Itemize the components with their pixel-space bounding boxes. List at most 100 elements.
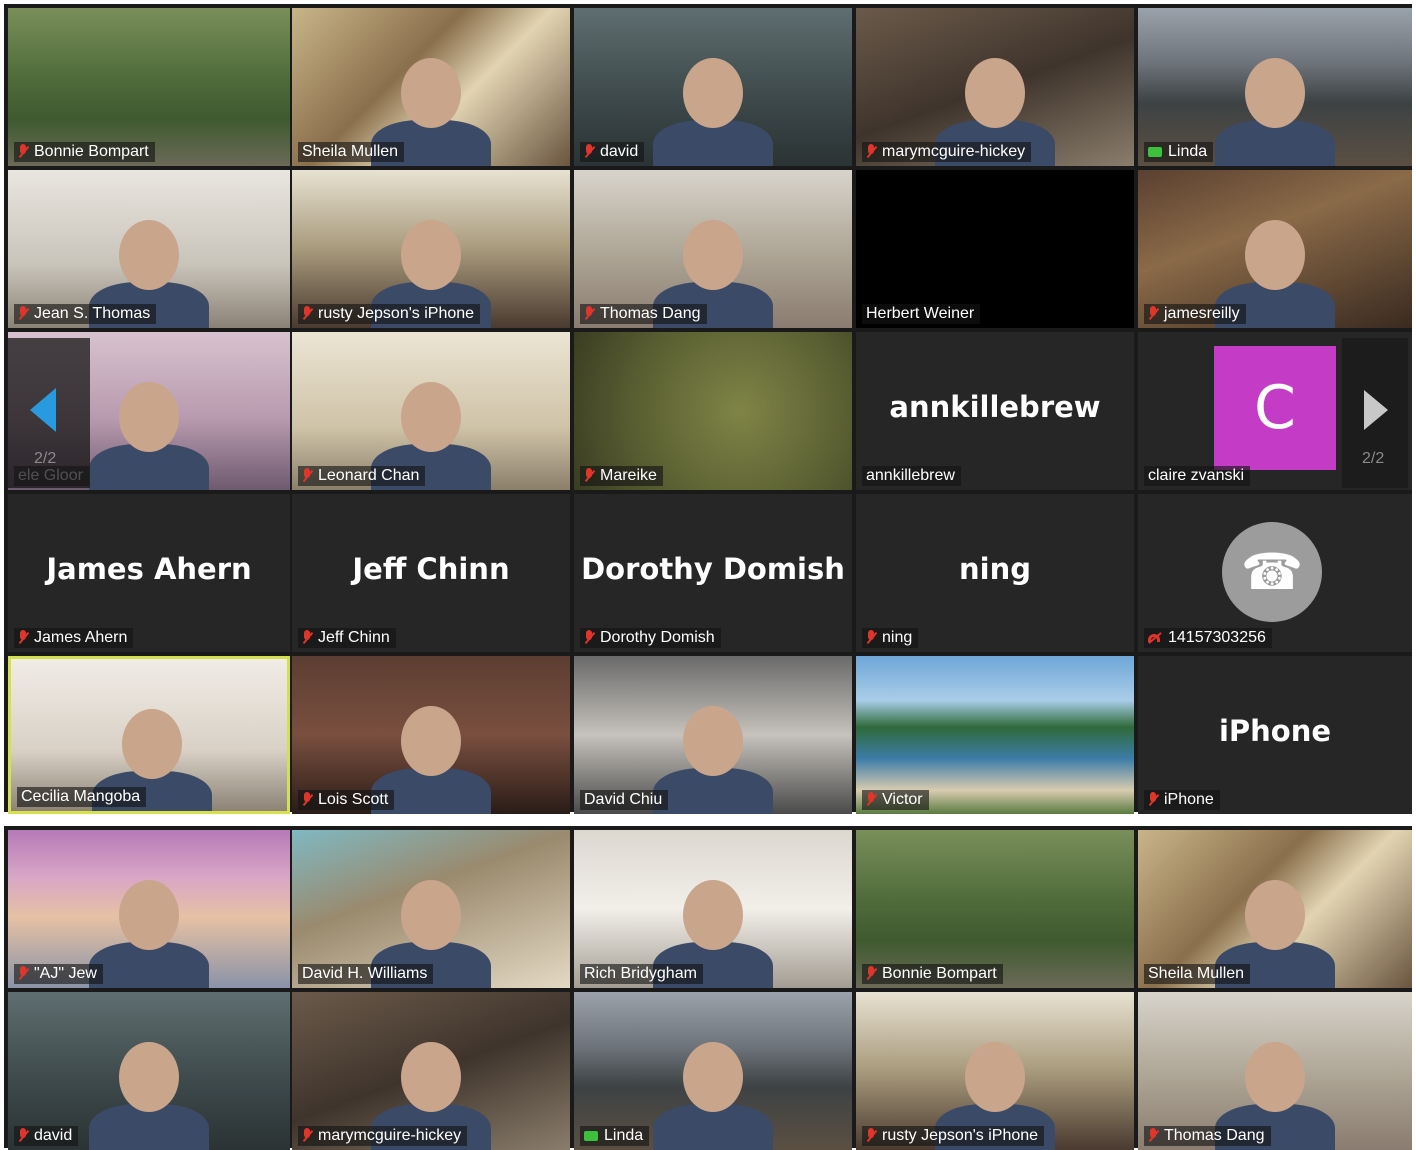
mic-muted-icon (18, 306, 28, 322)
participant-name: Leonard Chan (318, 467, 420, 484)
video-tile[interactable]: Thomas Dang (1138, 992, 1412, 1150)
participant-display-name: Dorothy Domish (581, 551, 845, 586)
participant-name: david (600, 143, 639, 160)
gallery-view-top: iPhone iPhone Victor David Chiu Lois Scott Ce… (4, 4, 1412, 814)
video-tile[interactable]: Lois Scott (292, 656, 570, 814)
video-tile[interactable]: rusty Jepson's iPhone (292, 170, 570, 328)
participant-name-tag: Thomas Dang (580, 304, 707, 324)
participant-name-tag: Leonard Chan (298, 466, 426, 486)
video-tile[interactable]: David Chiu (574, 656, 852, 814)
video-tile[interactable]: Leonard Chan (292, 332, 570, 490)
participant-name-tag: David H. Williams (298, 964, 434, 984)
video-tile[interactable]: david (574, 8, 852, 166)
video-tile[interactable]: Thomas Dang (574, 170, 852, 328)
participant-name-tag: Sheila Mullen (1144, 964, 1251, 984)
participant-name: jamesreilly (1164, 305, 1240, 322)
participant-name: David Chiu (584, 791, 663, 808)
video-tile[interactable]: Sheila Mullen (1138, 830, 1412, 988)
participant-name-tag: Dorothy Domish (580, 628, 721, 648)
participant-name-tag: Linda (1144, 142, 1214, 162)
video-tile[interactable]: Sheila Mullen (292, 8, 570, 166)
phone-avatar: ☎ (1222, 522, 1322, 622)
mic-muted-icon (18, 630, 28, 646)
mic-muted-icon (1148, 792, 1158, 808)
previous-page-button[interactable]: 2/2 (8, 338, 90, 488)
participant-display-name: James Ahern (46, 551, 252, 586)
participant-name: Linda (604, 1127, 644, 1144)
participant-name: marymcguire-hickey (882, 143, 1026, 160)
video-tile[interactable]: Linda (1138, 8, 1412, 166)
page-indicator: 2/2 (34, 450, 57, 467)
participant-display-name: Jeff Chinn (352, 551, 510, 586)
participant-name-tag: Bonnie Bompart (862, 964, 1003, 984)
video-tile[interactable]: Mareike (574, 332, 852, 490)
participant-name: Victor (882, 791, 923, 808)
video-tile[interactable]: Jean S. Thomas (8, 170, 290, 328)
mic-muted-icon (1148, 1128, 1158, 1144)
participant-name: Linda (1168, 143, 1208, 160)
participant-name-tag: Lois Scott (298, 790, 395, 810)
next-page-button[interactable]: 2/2 (1342, 338, 1408, 488)
video-tile[interactable]: Dorothy Domish Dorothy Domish (574, 494, 852, 652)
participant-name: Mareike (600, 467, 657, 484)
participant-name: iPhone (1164, 791, 1214, 808)
video-tile[interactable]: Jeff Chinn Jeff Chinn (292, 494, 570, 652)
participant-name: ning (882, 629, 913, 646)
participant-name: Sheila Mullen (1148, 965, 1245, 982)
video-tile[interactable]: James Ahern James Ahern (8, 494, 290, 652)
mic-muted-icon (584, 144, 594, 160)
participant-name: 14157303256 (1168, 629, 1266, 646)
mic-muted-icon (866, 144, 876, 160)
participant-name-tag: Rich Bridygham (580, 964, 703, 984)
video-tile[interactable]: David H. Williams (292, 830, 570, 988)
participant-name: James Ahern (34, 629, 128, 646)
video-tile[interactable]: Cecilia Mangoba (8, 656, 290, 814)
video-tile[interactable]: iPhone iPhone (1138, 656, 1412, 814)
video-tile[interactable]: jamesreilly (1138, 170, 1412, 328)
video-tile[interactable]: ning ning (856, 494, 1134, 652)
video-tile[interactable]: Rich Bridygham (574, 830, 852, 988)
video-tile[interactable]: Linda (574, 992, 852, 1150)
participant-name-tag: 14157303256 (1144, 628, 1272, 648)
participant-name-tag: marymcguire-hickey (298, 1126, 468, 1146)
video-tile[interactable]: Bonnie Bompart (856, 830, 1134, 988)
mic-muted-icon (1148, 306, 1158, 322)
participant-name-tag: david (14, 1126, 79, 1146)
participant-name-tag: jamesreilly (1144, 304, 1246, 324)
participant-name-tag: iPhone (1144, 790, 1220, 810)
participant-name: Thomas Dang (1164, 1127, 1265, 1144)
participant-name: marymcguire-hickey (318, 1127, 462, 1144)
video-tile[interactable]: marymcguire-hickey (292, 992, 570, 1150)
video-tile[interactable]: Herbert Weiner (856, 170, 1134, 328)
participant-name: Jean S. Thomas (34, 305, 151, 322)
video-icon (584, 1131, 598, 1141)
page-indicator: 2/2 (1362, 450, 1385, 467)
participant-name-tag: annkillebrew (862, 466, 961, 486)
mic-muted-icon (302, 792, 312, 808)
video-tile[interactable]: Victor (856, 656, 1134, 814)
participant-name: claire zvanski (1148, 467, 1245, 484)
video-tile[interactable]: rusty Jepson's iPhone (856, 992, 1134, 1150)
participant-name: Lois Scott (318, 791, 389, 808)
participant-name-tag: rusty Jepson's iPhone (298, 304, 481, 324)
participant-name-tag: David Chiu (580, 790, 669, 810)
mic-muted-icon (302, 468, 312, 484)
gallery-view-bottom: Thomas Dang rusty Jepson's iPhone Linda mar… (4, 826, 1412, 1150)
participant-name: david (34, 1127, 73, 1144)
mic-muted-icon (18, 966, 28, 982)
participant-display-name: iPhone (1218, 713, 1332, 748)
participant-name-tag: Thomas Dang (1144, 1126, 1271, 1146)
participant-name: annkillebrew (866, 467, 955, 484)
video-tile[interactable]: ☎ 14157303256 (1138, 494, 1412, 652)
video-tile[interactable]: "AJ" Jew (8, 830, 290, 988)
participant-name: Sheila Mullen (302, 143, 399, 160)
mic-muted-icon (866, 966, 876, 982)
video-tile[interactable]: annkillebrew annkillebrew (856, 332, 1134, 490)
participant-name-tag: claire zvanski (1144, 466, 1251, 486)
arrow-right-icon (1364, 390, 1388, 430)
participant-name-tag: Sheila Mullen (298, 142, 405, 162)
participant-name: Herbert Weiner (866, 305, 975, 322)
video-tile[interactable]: marymcguire-hickey (856, 8, 1134, 166)
video-tile[interactable]: Bonnie Bompart (8, 8, 290, 166)
video-tile[interactable]: david (8, 992, 290, 1150)
